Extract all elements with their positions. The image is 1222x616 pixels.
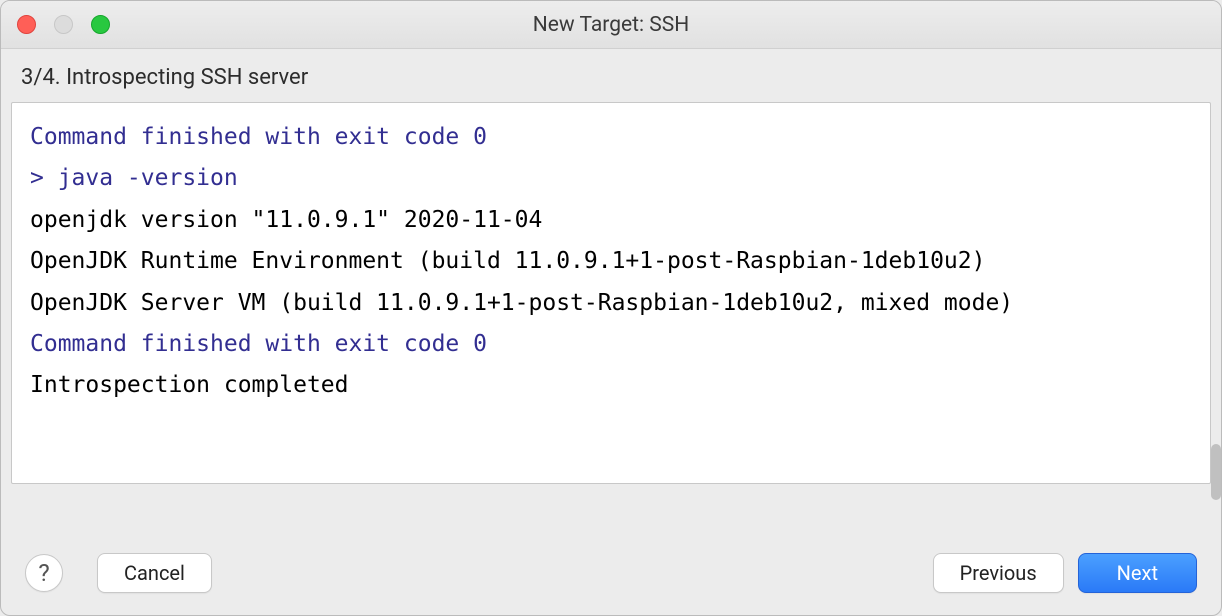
previous-button[interactable]: Previous: [933, 553, 1064, 593]
console-output[interactable]: Command finished with exit code 0> java …: [11, 102, 1211, 484]
console-line: Introspection completed: [30, 365, 1192, 406]
help-button[interactable]: ?: [25, 554, 63, 592]
cancel-button[interactable]: Cancel: [97, 553, 212, 593]
button-bar: ? Cancel Previous Next: [1, 531, 1221, 615]
zoom-icon[interactable]: [91, 15, 110, 34]
close-icon[interactable]: [17, 15, 36, 34]
scrollbar-thumb[interactable]: [1211, 444, 1221, 500]
console-line: OpenJDK Server VM (build 11.0.9.1+1-post…: [30, 283, 1192, 324]
dialog-window: New Target: SSH 3/4. Introspecting SSH s…: [0, 0, 1222, 616]
console-line: openjdk version "11.0.9.1" 2020-11-04: [30, 200, 1192, 241]
next-button[interactable]: Next: [1078, 553, 1197, 593]
console-line: Command finished with exit code 0: [30, 117, 1192, 158]
titlebar[interactable]: New Target: SSH: [1, 1, 1221, 49]
content-area: Command finished with exit code 0> java …: [1, 102, 1221, 531]
window-title: New Target: SSH: [533, 13, 689, 37]
console-line: Command finished with exit code 0: [30, 324, 1192, 365]
step-subheader: 3/4. Introspecting SSH server: [1, 49, 1221, 102]
console-line: > java -version: [30, 158, 1192, 199]
minimize-icon: [54, 15, 73, 34]
console-line: OpenJDK Runtime Environment (build 11.0.…: [30, 241, 1192, 282]
traffic-lights: [17, 15, 110, 34]
